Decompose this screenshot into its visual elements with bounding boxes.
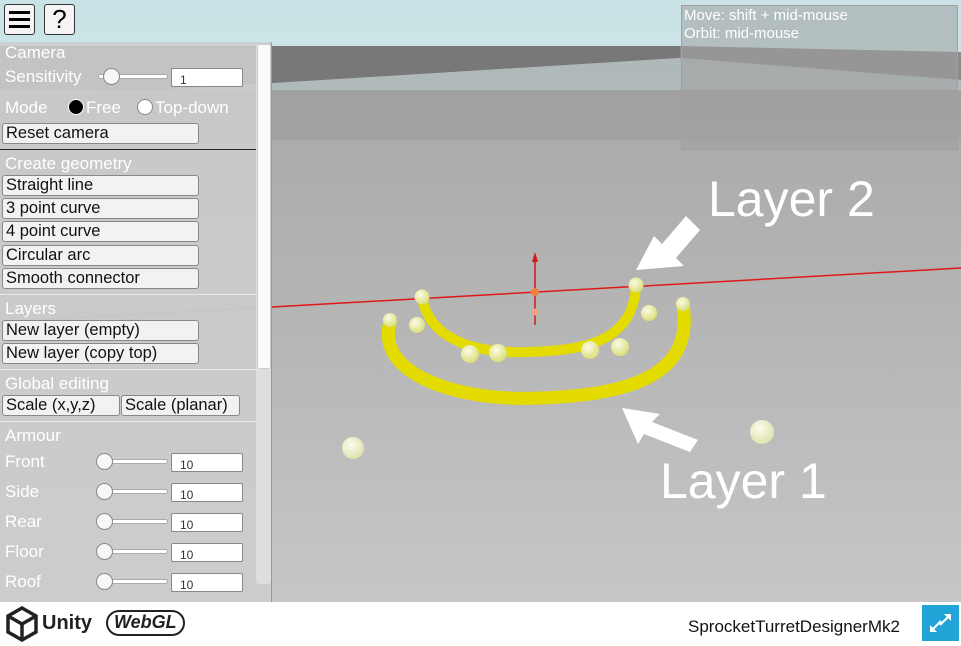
control-node[interactable] xyxy=(414,289,430,305)
fullscreen-button[interactable] xyxy=(922,605,959,641)
side-panel: Camera Sensitivity 1 Mode Free Top-down … xyxy=(0,42,272,602)
control-node[interactable] xyxy=(581,341,599,359)
armour-rear-input[interactable]: 10 xyxy=(171,513,243,532)
footer-bar: Unity WebGL SprocketTurretDesignerMk2 xyxy=(0,602,961,644)
armour-floor-slider-knob[interactable] xyxy=(96,543,113,560)
armour-side-label: Side xyxy=(5,482,40,501)
layer-2-annotation: Layer 2 xyxy=(708,171,875,227)
armour-side-input[interactable]: 10 xyxy=(171,483,243,502)
sensitivity-label: Sensitivity xyxy=(5,67,82,86)
smooth-connector-button[interactable]: Smooth connector xyxy=(2,268,199,289)
armour-front-label: Front xyxy=(5,452,45,471)
mode-free-label[interactable]: Free xyxy=(86,98,121,118)
circular-arc-button[interactable]: Circular arc xyxy=(2,245,199,266)
gizmo-lower-node[interactable] xyxy=(531,308,539,316)
straight-line-button[interactable]: Straight line xyxy=(2,175,199,196)
armour-front-slider-knob[interactable] xyxy=(96,453,113,470)
four-point-curve-button[interactable]: 4 point curve xyxy=(2,221,199,242)
divider xyxy=(0,294,256,295)
divider xyxy=(0,421,256,422)
mode-top-down-radio[interactable] xyxy=(137,99,153,115)
control-node[interactable] xyxy=(641,305,657,321)
control-node[interactable] xyxy=(750,420,774,444)
control-node[interactable] xyxy=(383,313,397,327)
reset-camera-button[interactable]: Reset camera xyxy=(2,123,199,144)
help-line-orbit: Orbit: mid-mouse xyxy=(684,25,800,42)
unity-label: Unity xyxy=(42,612,92,634)
menu-button[interactable] xyxy=(4,4,35,35)
new-layer-copy-top-button[interactable]: New layer (copy top) xyxy=(2,343,199,364)
control-node[interactable] xyxy=(342,437,364,459)
panel-scrollbar-thumb[interactable] xyxy=(257,44,271,369)
armour-roof-input[interactable]: 10 xyxy=(171,573,243,592)
sensitivity-slider-knob[interactable] xyxy=(103,68,121,85)
control-node[interactable] xyxy=(611,338,629,356)
armour-floor-input[interactable]: 10 xyxy=(171,543,243,562)
armour-roof-label: Roof xyxy=(5,572,41,591)
mode-free-radio[interactable] xyxy=(68,99,84,115)
armour-front-input[interactable]: 10 xyxy=(171,453,243,472)
controls-help-box: Move: shift + mid-mouse Orbit: mid-mouse xyxy=(681,5,958,150)
webgl-logo: WebGL xyxy=(106,610,185,636)
hamburger-menu-icon xyxy=(9,11,30,28)
scale-planar-button[interactable]: Scale (planar) xyxy=(121,395,240,416)
unity-logo-icon xyxy=(6,606,38,642)
section-camera: Camera xyxy=(5,43,66,62)
armour-side-slider-knob[interactable] xyxy=(96,483,113,500)
app-name: SprocketTurretDesignerMk2 xyxy=(688,617,900,636)
section-layers: Layers xyxy=(5,299,57,318)
armour-roof-slider-knob[interactable] xyxy=(96,573,113,590)
armour-rear-label: Rear xyxy=(5,512,42,531)
section-armour: Armour xyxy=(5,426,61,445)
help-line-move: Move: shift + mid-mouse xyxy=(684,7,848,24)
control-node[interactable] xyxy=(489,344,507,362)
divider xyxy=(0,369,256,370)
gizmo-origin-node[interactable] xyxy=(531,288,539,296)
three-point-curve-button[interactable]: 3 point curve xyxy=(2,198,199,219)
control-node[interactable] xyxy=(676,297,690,311)
fullscreen-icon xyxy=(930,614,951,632)
layer-1-annotation: Layer 1 xyxy=(660,453,827,509)
divider xyxy=(0,149,256,150)
scale-xyz-button[interactable]: Scale (x,y,z) xyxy=(2,395,120,416)
control-node[interactable] xyxy=(409,317,425,333)
section-global-editing: Global editing xyxy=(5,374,109,393)
armour-rear-slider-knob[interactable] xyxy=(96,513,113,530)
sensitivity-input[interactable]: 1 xyxy=(171,68,243,87)
armour-floor-label: Floor xyxy=(5,542,44,561)
help-button[interactable]: ? xyxy=(44,4,75,35)
control-node[interactable] xyxy=(628,277,644,293)
section-create-geometry: Create geometry xyxy=(5,154,132,173)
mode-label: Mode xyxy=(5,98,48,117)
3d-viewport[interactable]: Layer 2 Layer 1 ? Move: shift + mid-mous… xyxy=(0,0,961,602)
webgl-label: WebGL xyxy=(114,612,177,632)
control-node[interactable] xyxy=(461,345,479,363)
new-layer-empty-button[interactable]: New layer (empty) xyxy=(2,320,199,341)
mode-top-down-label[interactable]: Top-down xyxy=(155,98,229,118)
